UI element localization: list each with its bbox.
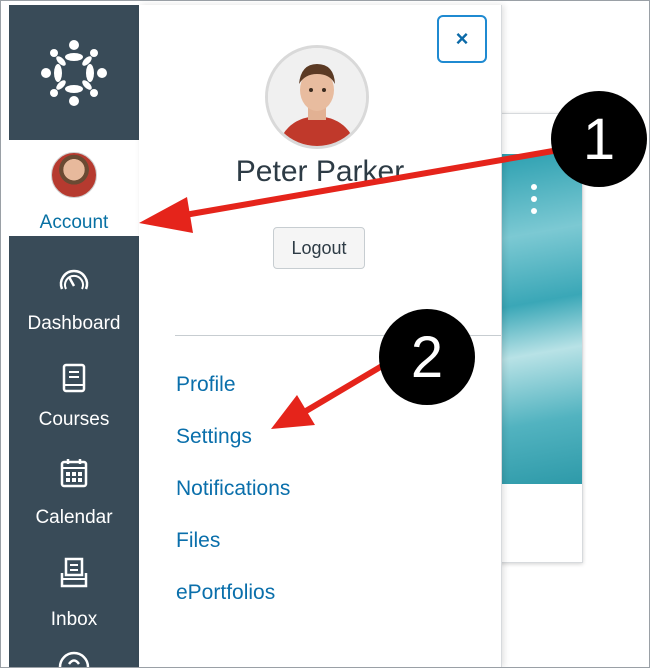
eportfolios-link[interactable]: ePortfolios <box>176 581 275 605</box>
screenshot-frame: Account Dashboard Courses Calendar Inbox… <box>0 0 650 668</box>
canvas-logo-icon[interactable] <box>9 5 139 140</box>
nav-item-calendar[interactable]: Calendar <box>9 443 139 539</box>
close-button[interactable]: × <box>437 15 487 63</box>
kebab-menu-icon[interactable] <box>530 184 538 234</box>
user-name: Peter Parker <box>235 155 405 188</box>
nav-item-account[interactable]: Account <box>9 140 139 236</box>
courses-book-icon <box>62 363 86 393</box>
nav-item-label: Account <box>39 212 109 233</box>
profile-link[interactable]: Profile <box>176 373 236 397</box>
nav-item-label: Calendar <box>35 507 113 528</box>
callout-2: 2 <box>379 309 475 405</box>
global-navigation: Account Dashboard Courses Calendar Inbox <box>9 5 139 667</box>
account-avatar <box>51 152 97 198</box>
callout-1: 1 <box>551 91 647 187</box>
notifications-link[interactable]: Notifications <box>176 477 290 501</box>
settings-link[interactable]: Settings <box>176 425 252 449</box>
nav-item-label: Courses <box>38 409 110 430</box>
logout-button[interactable]: Logout <box>273 227 365 269</box>
calendar-icon <box>60 459 88 488</box>
profile-avatar <box>265 45 369 149</box>
nav-item-label: Dashboard <box>27 313 121 334</box>
nav-item-courses[interactable]: Courses <box>9 345 139 441</box>
nav-item-label: Inbox <box>50 609 98 630</box>
help-icon[interactable] <box>57 649 91 668</box>
files-link[interactable]: Files <box>176 529 220 553</box>
nav-item-dashboard[interactable]: Dashboard <box>9 245 139 341</box>
nav-item-inbox[interactable]: Inbox <box>9 541 139 637</box>
course-card[interactable] <box>491 113 583 563</box>
dashboard-gauge-icon <box>59 269 89 290</box>
inbox-icon <box>60 557 88 588</box>
